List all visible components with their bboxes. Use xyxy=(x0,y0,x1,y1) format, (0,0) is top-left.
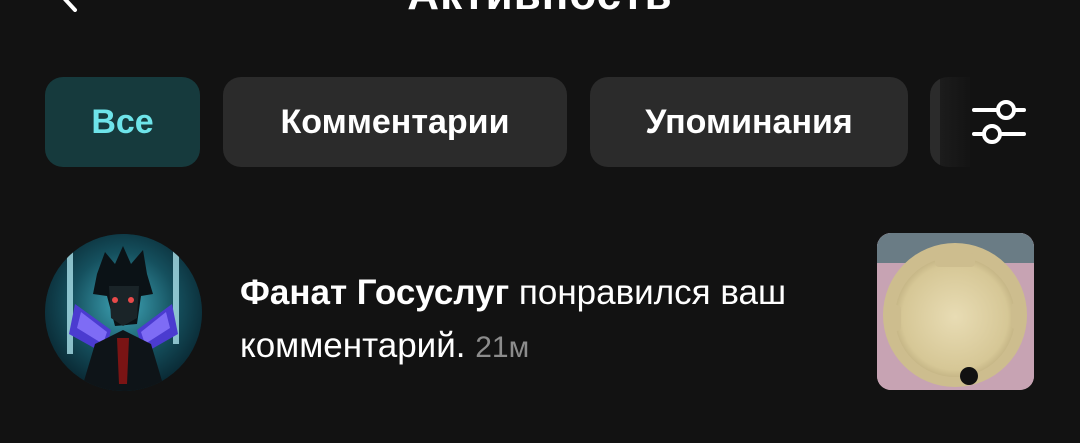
page-title: Активность xyxy=(0,0,1080,20)
notification-item[interactable]: Фанат Госуслуг понравился ваш комментари… xyxy=(0,230,1080,395)
tab-comments[interactable]: Комментарии xyxy=(223,77,567,167)
video-thumbnail[interactable] xyxy=(877,233,1034,390)
thumbnail-image xyxy=(877,233,1034,390)
notification-username[interactable]: Фанат Госуслуг xyxy=(240,273,509,312)
avatar[interactable] xyxy=(45,234,202,391)
sliders-icon[interactable] xyxy=(968,95,1030,149)
filter-tabs: Все Комментарии Упоминания xyxy=(45,77,908,167)
activity-page: Активность Все Комментарии Упоминания xyxy=(0,0,1080,443)
tab-mentions[interactable]: Упоминания xyxy=(590,77,908,167)
notification-text: Фанат Госуслуг понравился ваш комментари… xyxy=(240,266,850,374)
anime-character-avatar xyxy=(45,234,202,391)
notification-time: 21м xyxy=(475,331,530,364)
tab-all[interactable]: Все xyxy=(45,77,200,167)
header: Активность xyxy=(0,0,1080,20)
